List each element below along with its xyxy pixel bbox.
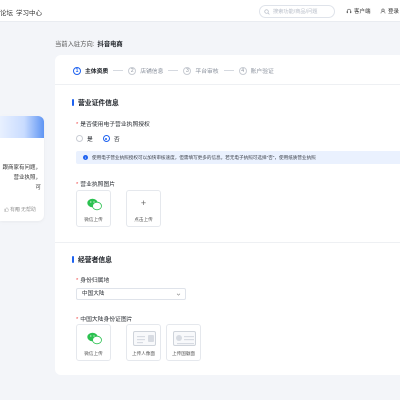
top-nav: 论坛 学习中心 搜索功能/商品/问题 客户端 登录 bbox=[0, 0, 400, 22]
id-back-upload-label: 上传国徽面 bbox=[172, 351, 195, 356]
help-card-banner bbox=[0, 116, 44, 138]
info-notice: i 使用电子营业执照授权可以加快审核速度，但需填写更多的信息。若无电子执照可选择… bbox=[76, 151, 400, 164]
nav-link-forum[interactable]: 论坛 bbox=[0, 7, 13, 17]
main-form-card: 1 主体资质 2 店铺信息 3 平台审核 4 账户验证 营业证件信息 * 是否使用… bbox=[55, 55, 400, 375]
section-divider bbox=[55, 242, 400, 243]
help-card-line-2: 营业执照， bbox=[13, 175, 41, 181]
required-mark: * bbox=[76, 317, 79, 323]
operator-section-title-text: 经营者信息 bbox=[78, 257, 112, 264]
id-card-front-icon bbox=[133, 331, 156, 346]
help-card-line-1: 跟商家有问题， bbox=[2, 165, 41, 171]
license-photo-label: * 营业执照图片 bbox=[76, 179, 115, 188]
license-click-upload-label: 点击上传 bbox=[134, 217, 153, 222]
radio-no-circle bbox=[102, 135, 110, 142]
step-connector bbox=[113, 70, 124, 71]
account-label: 登录 bbox=[388, 9, 400, 15]
plus-icon: + bbox=[140, 198, 147, 208]
step-2: 2 店铺信息 bbox=[128, 66, 163, 75]
operator-section-title: 经营者信息 bbox=[72, 254, 112, 264]
search-placeholder: 搜索功能/商品/问题 bbox=[273, 9, 318, 15]
e-license-radio-group: 是 否 bbox=[76, 134, 130, 143]
unhelpful-label: 无帮助 bbox=[21, 207, 37, 213]
user-icon bbox=[380, 8, 386, 14]
breadcrumb: 当前入驻方向: 抖音电商 bbox=[55, 39, 123, 48]
step-4-number: 4 bbox=[238, 66, 247, 75]
radio-no[interactable]: 否 bbox=[102, 134, 120, 143]
help-card-line-3: 可 bbox=[35, 185, 41, 191]
license-section-title: 营业证件信息 bbox=[72, 97, 119, 107]
license-wechat-upload[interactable]: 微信上传 bbox=[76, 190, 111, 227]
step-3-label: 平台审核 bbox=[195, 69, 219, 75]
step-2-label: 店铺信息 bbox=[140, 69, 164, 75]
customer-service-label: 客户端 bbox=[354, 9, 371, 15]
wechat-icon bbox=[87, 198, 102, 211]
search-icon bbox=[264, 8, 270, 15]
step-connector bbox=[168, 70, 179, 71]
region-select-value: 中国大陆 bbox=[82, 291, 105, 297]
step-1-number: 1 bbox=[73, 66, 81, 75]
help-card: 跟商家有问题， 营业执照， 可 有用 无帮助 bbox=[0, 116, 44, 221]
required-mark: * bbox=[76, 122, 79, 128]
step-4: 4 账户验证 bbox=[238, 66, 274, 75]
unhelpful-button[interactable]: 无帮助 bbox=[15, 206, 36, 213]
headset-icon bbox=[346, 8, 352, 14]
step-indicator: 1 主体资质 2 店铺信息 3 平台审核 4 账户验证 bbox=[73, 66, 274, 75]
step-divider bbox=[55, 84, 400, 85]
license-section-title-text: 营业证件信息 bbox=[78, 100, 119, 107]
id-back-upload[interactable]: 上传国徽面 bbox=[166, 324, 201, 361]
wechat-icon bbox=[87, 332, 102, 345]
nav-link-learning-center[interactable]: 学习中心 bbox=[16, 7, 42, 17]
id-wechat-upload-label: 微信上传 bbox=[84, 351, 103, 356]
info-notice-text: 使用电子营业执照授权可以加快审核速度，但需填写更多的信息。若无电子执照可选择"否… bbox=[92, 154, 316, 160]
radio-yes[interactable]: 是 bbox=[76, 134, 93, 143]
id-photo-label-text: 中国大陆身份证图片 bbox=[80, 317, 133, 323]
step-3: 3 平台审核 bbox=[183, 66, 219, 75]
id-front-upload[interactable]: 上传人像面 bbox=[126, 324, 161, 361]
thumbs-down-icon bbox=[15, 207, 20, 212]
radio-no-label: 否 bbox=[113, 137, 120, 143]
step-1: 1 主体资质 bbox=[73, 66, 108, 75]
info-icon: i bbox=[83, 155, 88, 160]
region-label-text: 身份归属地 bbox=[80, 278, 110, 284]
breadcrumb-value: 抖音电商 bbox=[97, 41, 123, 48]
e-license-question: * 是否使用电子营业执照授权 bbox=[76, 119, 150, 128]
account-link[interactable]: 登录 bbox=[380, 7, 399, 15]
id-wechat-upload[interactable]: 微信上传 bbox=[76, 324, 111, 361]
required-mark: * bbox=[76, 182, 79, 188]
step-connector bbox=[223, 70, 234, 71]
customer-service-link[interactable]: 客户端 bbox=[346, 7, 371, 15]
region-select[interactable]: 中国大陆 bbox=[76, 288, 186, 300]
id-card-back-icon bbox=[173, 331, 196, 346]
thumbs-up-icon bbox=[4, 207, 9, 212]
license-wechat-upload-label: 微信上传 bbox=[84, 217, 103, 222]
region-label: * 身份归属地 bbox=[76, 275, 109, 284]
license-photo-label-text: 营业执照图片 bbox=[80, 182, 116, 188]
radio-yes-circle bbox=[76, 135, 83, 142]
step-2-number: 2 bbox=[128, 66, 137, 75]
search-input[interactable]: 搜索功能/商品/问题 bbox=[259, 5, 335, 18]
step-3-number: 3 bbox=[183, 66, 192, 75]
e-license-question-text: 是否使用电子营业执照授权 bbox=[80, 122, 150, 128]
chevron-down-icon bbox=[176, 293, 181, 296]
radio-yes-label: 是 bbox=[87, 137, 93, 143]
license-click-upload[interactable]: + 点击上传 bbox=[126, 190, 161, 227]
step-4-label: 账户验证 bbox=[250, 69, 274, 75]
id-front-upload-label: 上传人像面 bbox=[132, 351, 155, 356]
step-1-label: 主体资质 bbox=[85, 69, 109, 75]
required-mark: * bbox=[76, 278, 79, 284]
id-photo-label: * 中国大陆身份证图片 bbox=[76, 314, 132, 323]
breadcrumb-prefix: 当前入驻方向: bbox=[55, 41, 95, 48]
